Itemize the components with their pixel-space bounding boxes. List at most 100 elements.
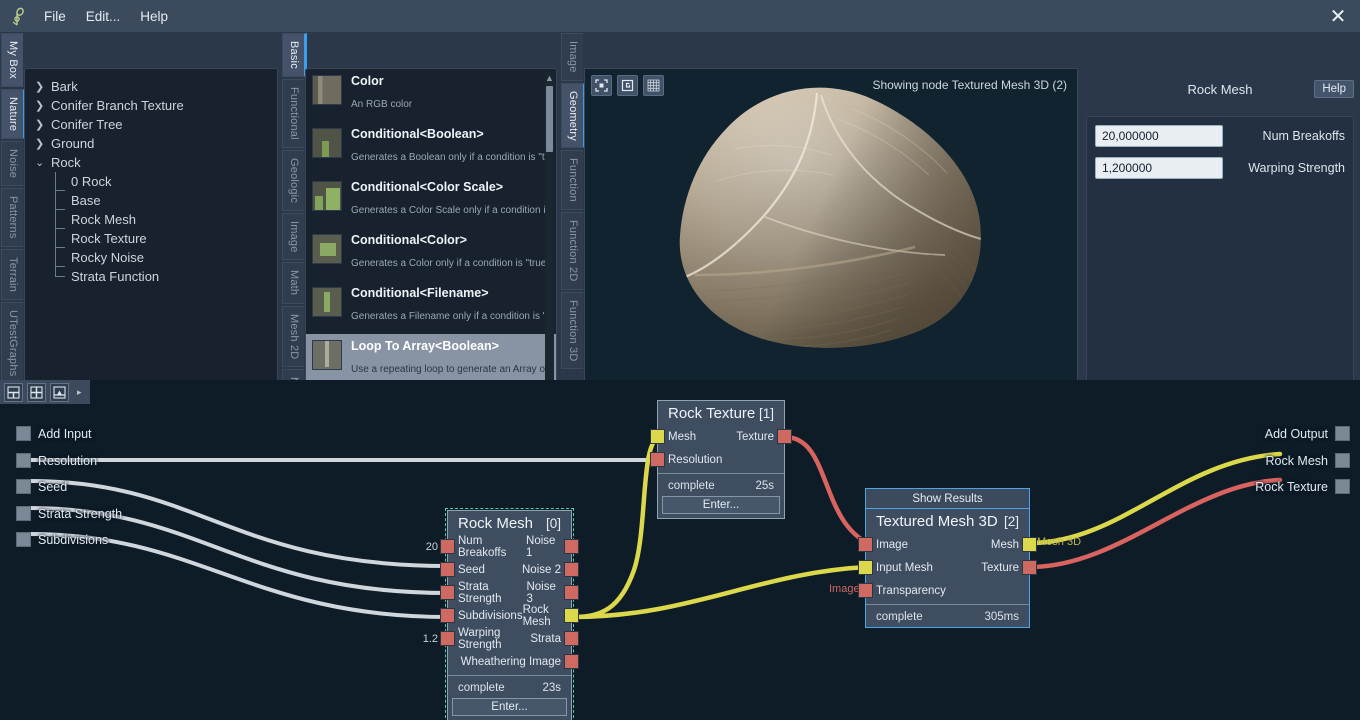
node-header[interactable]: Textured Mesh 3D [2] [866, 509, 1029, 533]
port-box[interactable] [16, 453, 31, 468]
port-box[interactable] [16, 426, 31, 441]
graph-output-rock-mesh[interactable]: Rock Mesh [1265, 453, 1350, 468]
node-library-list[interactable]: Color An RGB color Conditional<Boolean> … [305, 68, 557, 408]
tab-functional[interactable]: Functional [282, 79, 304, 148]
split-quad-icon[interactable] [27, 383, 46, 402]
list-item[interactable]: Conditional<Color Scale> Generates a Col… [306, 175, 556, 228]
node-rock-mesh[interactable]: Rock Mesh [0] 20 Num Breakoffs Noise 1 S… [447, 510, 572, 720]
tree-item-conifer-tree[interactable]: ❯ Conifer Tree [25, 115, 277, 134]
node-enter-button[interactable]: Enter... [452, 698, 567, 716]
list-item[interactable]: Color An RGB color [306, 69, 556, 122]
tab-nature[interactable]: Nature [1, 89, 26, 139]
graph-input-seed[interactable]: Seed [16, 479, 67, 494]
reset-view-icon[interactable] [617, 75, 638, 96]
menu-help[interactable]: Help [130, 5, 178, 28]
node-textured-mesh-3d[interactable]: Textured Mesh 3D [2] Image Mesh Input Me… [865, 508, 1030, 628]
output-port-noise-3[interactable] [564, 585, 579, 600]
toolbar-overflow-icon[interactable]: ▸ [73, 387, 86, 398]
menu-edit[interactable]: Edit... [76, 5, 131, 28]
scroll-up-icon[interactable]: ▲ [545, 72, 554, 84]
node-enter-button[interactable]: Enter... [662, 496, 780, 514]
tab-math[interactable]: Math [282, 262, 304, 303]
input-port-subdivisions[interactable] [440, 608, 455, 623]
tree-item-0-rock[interactable]: 0 Rock [25, 172, 277, 191]
warping-strength-input[interactable]: 1,200000 [1095, 157, 1223, 179]
tree-item-bark[interactable]: ❯ Bark [25, 77, 277, 96]
input-port-image[interactable] [858, 537, 873, 552]
output-port-noise-1[interactable] [564, 539, 579, 554]
tree-item-strata-function[interactable]: Strata Function [25, 267, 277, 286]
tree-item-ground[interactable]: ❯ Ground [25, 134, 277, 153]
port-box[interactable] [1335, 479, 1350, 494]
tab-geometry-view[interactable]: Geometry [561, 83, 586, 149]
tab-mesh-2d[interactable]: Mesh 2D [282, 306, 304, 367]
tab-noise[interactable]: Noise [1, 141, 23, 186]
output-port-texture[interactable] [1022, 560, 1037, 575]
node-index: [2] [1004, 514, 1019, 529]
toggle-grid-icon[interactable] [643, 75, 664, 96]
list-item[interactable]: Conditional<Color> Generates a Color onl… [306, 228, 556, 281]
input-port-seed[interactable] [440, 562, 455, 577]
input-port-resolution[interactable] [650, 452, 665, 467]
tab-function-view[interactable]: Function [561, 150, 583, 210]
num-breakoffs-input[interactable]: 20,000000 [1095, 125, 1223, 147]
port-label: Texture [981, 562, 1019, 574]
graph-input-add[interactable]: Add Input [16, 426, 92, 441]
output-port-strata[interactable] [564, 631, 579, 646]
graph-input-resolution[interactable]: Resolution [16, 453, 97, 468]
tree-item-rock-texture[interactable]: Rock Texture [25, 229, 277, 248]
tab-terrain[interactable]: Terrain [1, 249, 23, 300]
tab-image[interactable]: Image [282, 213, 304, 261]
tab-utestgraphs[interactable]: UTestGraphs [1, 302, 23, 384]
tree-item-rocky-noise[interactable]: Rocky Noise [25, 248, 277, 267]
help-button[interactable]: Help [1314, 80, 1354, 98]
input-port-num-breakoffs[interactable] [440, 539, 455, 554]
menu-file[interactable]: File [34, 5, 76, 28]
port-box[interactable] [1335, 426, 1350, 441]
show-results-banner[interactable]: Show Results [865, 488, 1030, 508]
graph-output-add[interactable]: Add Output [1265, 426, 1350, 441]
port-box[interactable] [16, 506, 31, 521]
collapse-panel-icon[interactable] [50, 383, 69, 402]
fit-to-view-icon[interactable] [591, 75, 612, 96]
input-port-warping-strength[interactable] [440, 631, 455, 646]
close-icon[interactable]: ✕ [1316, 0, 1360, 32]
tab-geologic[interactable]: Geologic [282, 150, 304, 211]
node-graph-canvas[interactable]: ▸ Add Input Resolution Seed Strata Stren… [0, 380, 1360, 720]
node-header[interactable]: Rock Texture [1] [658, 401, 784, 425]
tab-function-3d-view[interactable]: Function 3D [561, 292, 583, 370]
list-item[interactable]: Conditional<Filename> Generates a Filena… [306, 281, 556, 334]
tree-item-rock[interactable]: ⌄ Rock [25, 153, 277, 172]
tab-basic[interactable]: Basic [282, 33, 307, 77]
input-port-mesh[interactable] [650, 429, 665, 444]
list-item[interactable]: Conditional<Boolean> Generates a Boolean… [306, 122, 556, 175]
tab-function-2d-view[interactable]: Function 2D [561, 212, 583, 290]
output-port-noise-2[interactable] [564, 562, 579, 577]
port-box[interactable] [16, 532, 31, 547]
graph-input-subdivisions[interactable]: Subdivisions [16, 532, 108, 547]
split-horizontal-icon[interactable] [4, 383, 23, 402]
3d-viewport[interactable]: Showing node Textured Mesh 3D (2) [584, 68, 1078, 408]
output-port-rock-mesh[interactable] [564, 608, 579, 623]
graph-input-strata-strength[interactable]: Strata Strength [16, 506, 122, 521]
graph-output-rock-texture[interactable]: Rock Texture [1255, 479, 1350, 494]
input-port-transparency[interactable] [858, 583, 873, 598]
tree-item-conifer-branch-texture[interactable]: ❯ Conifer Branch Texture [25, 96, 277, 115]
tab-image-view[interactable]: Image [561, 33, 583, 81]
node-rock-texture[interactable]: Rock Texture [1] Mesh Texture Resolution… [657, 400, 785, 519]
tree-item-base[interactable]: Base [25, 191, 277, 210]
node-header[interactable]: Rock Mesh [0] [448, 511, 571, 535]
output-port-wheathering-image[interactable] [564, 654, 579, 669]
output-port-texture[interactable] [777, 429, 792, 444]
status-text: complete [668, 480, 715, 492]
input-port-input-mesh[interactable] [858, 560, 873, 575]
port-box[interactable] [1335, 453, 1350, 468]
input-port-strata-strength[interactable] [440, 585, 455, 600]
tree-item-rock-mesh[interactable]: Rock Mesh [25, 210, 277, 229]
port-box[interactable] [16, 479, 31, 494]
tab-patterns[interactable]: Patterns [1, 188, 23, 247]
output-port-mesh[interactable] [1022, 537, 1037, 552]
scroll-thumb[interactable] [546, 86, 553, 152]
library-scrollbar[interactable]: ▲ ▼ [545, 72, 554, 406]
tab-my-box[interactable]: My Box [1, 33, 23, 87]
